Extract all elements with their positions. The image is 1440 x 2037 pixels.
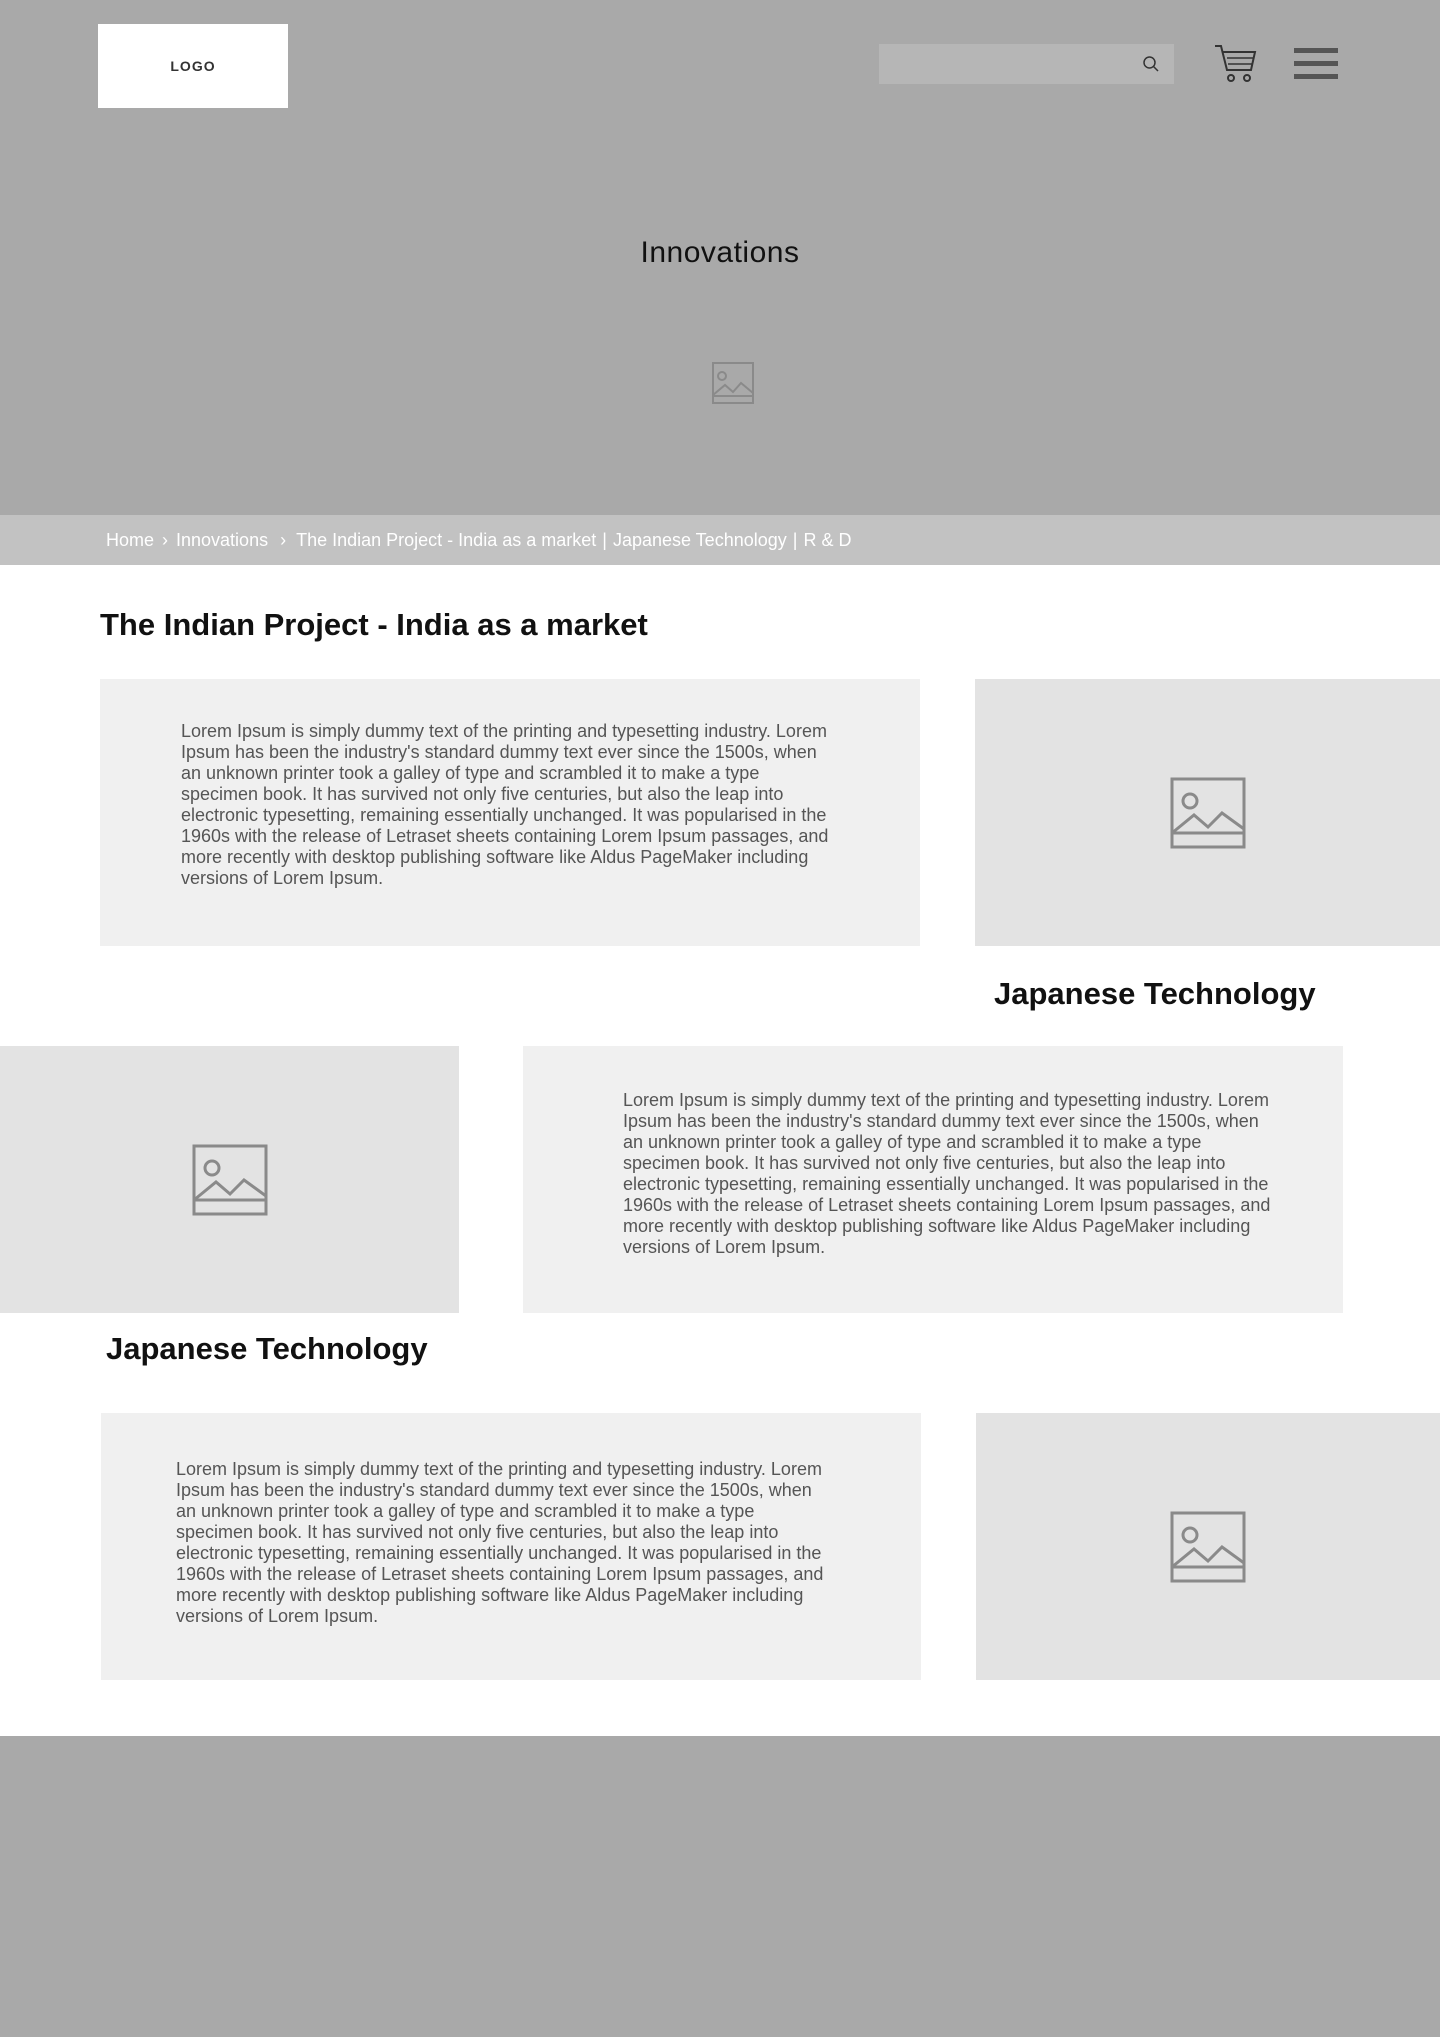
page-title: Innovations — [640, 236, 800, 269]
menu-bar — [1294, 74, 1338, 79]
section-heading: Japanese Technology — [106, 1331, 428, 1366]
hero-banner: LOGO Innovations — [0, 0, 1440, 515]
body-text: Lorem Ipsum is simply dummy text of the … — [623, 1090, 1271, 1257]
hamburger-menu-icon[interactable] — [1294, 48, 1338, 80]
logo-text: LOGO — [170, 58, 216, 74]
image-placeholder-icon — [192, 1144, 267, 1215]
image-placeholder-icon — [1170, 777, 1245, 848]
image-panel — [976, 1413, 1440, 1680]
search-input[interactable] — [879, 44, 1174, 84]
menu-bar — [1294, 48, 1338, 53]
logo[interactable]: LOGO — [98, 24, 288, 108]
image-panel — [0, 1046, 459, 1313]
body-text: Lorem Ipsum is simply dummy text of the … — [181, 721, 829, 888]
footer — [0, 1736, 1440, 2037]
chevron-right-icon: › — [162, 529, 169, 550]
cart-icon[interactable] — [1213, 42, 1257, 84]
breadcrumb: Home › Innovations › The Indian Project … — [0, 515, 1440, 565]
text-panel: Lorem Ipsum is simply dummy text of the … — [101, 1413, 921, 1680]
menu-bar — [1294, 61, 1338, 66]
section-title: The Indian Project - India as a market — [100, 607, 648, 642]
breadcrumb-item-japanese-technology[interactable]: Japanese Technology — [613, 530, 787, 551]
breadcrumb-item-innovations[interactable]: Innovations — [176, 530, 268, 551]
image-placeholder-icon — [712, 362, 754, 404]
body-text: Lorem Ipsum is simply dummy text of the … — [176, 1459, 824, 1626]
image-placeholder-icon — [1170, 1511, 1246, 1582]
search-icon[interactable] — [1142, 55, 1160, 73]
breadcrumb-item-rnd[interactable]: R & D — [803, 530, 851, 551]
section-heading: Japanese Technology — [994, 976, 1316, 1011]
breadcrumb-item-home[interactable]: Home — [106, 530, 154, 551]
image-panel — [975, 679, 1440, 946]
divider: | — [792, 529, 798, 550]
text-panel: Lorem Ipsum is simply dummy text of the … — [100, 679, 920, 946]
divider: | — [602, 529, 607, 550]
breadcrumb-item-indian-project[interactable]: The Indian Project - India as a market — [296, 530, 596, 551]
text-panel: Lorem Ipsum is simply dummy text of the … — [523, 1046, 1343, 1313]
chevron-right-icon: › — [280, 529, 287, 550]
